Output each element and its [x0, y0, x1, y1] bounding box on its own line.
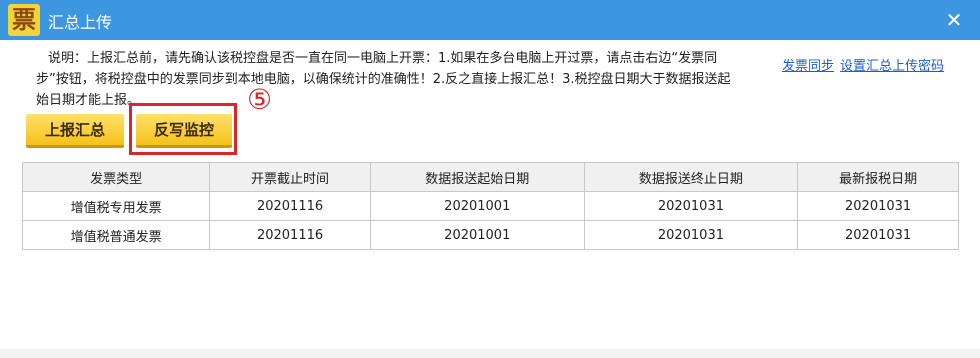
- table-cell: 增值税普通发票: [21, 220, 211, 250]
- table-cell: 20201001: [369, 220, 585, 250]
- table-row[interactable]: 增值税普通发票 20201116 20201001 20201031 20201…: [21, 220, 959, 250]
- notice-line: 说明：上报汇总前，请先确认该税控盘是否一直在同一电脑上开票：1.如果在多台电脑上…: [48, 51, 718, 66]
- column-header: 最新报税日期: [797, 162, 959, 192]
- column-header: 数据报送起始日期: [369, 162, 585, 192]
- notice-text: 说明：上报汇总前，请先确认该税控盘是否一直在同一电脑上开票：1.如果在多台电脑上…: [36, 48, 776, 111]
- summary-table: 发票类型 开票截止时间 数据报送起始日期 数据报送终止日期 最新报税日期 增值税…: [21, 162, 959, 250]
- column-header: 发票类型: [21, 162, 211, 192]
- window-title: 汇总上传: [48, 13, 113, 32]
- table-cell: 20201001: [369, 191, 585, 221]
- table-cell: 增值税专用发票: [21, 191, 211, 221]
- link-group: 发票同步 设置汇总上传密码: [782, 55, 944, 74]
- table-cell: 20201116: [209, 220, 371, 250]
- table-cell: 20201031: [797, 191, 959, 221]
- column-header: 数据报送终止日期: [583, 162, 799, 192]
- set-upload-password-link[interactable]: 设置汇总上传密码: [840, 59, 944, 74]
- step-number-marker: ⑤: [247, 83, 273, 116]
- notice-line: 步”按钮，将税控盘中的发票同步到本地电脑，以确保统计的准确性！2.反之直接上报汇…: [36, 72, 731, 87]
- writeback-monitor-button[interactable]: 反写监控: [136, 114, 232, 148]
- table-cell: 20201031: [583, 220, 799, 250]
- report-summary-button[interactable]: 上报汇总: [26, 114, 124, 148]
- column-header: 开票截止时间: [209, 162, 371, 192]
- table-cell: 20201031: [797, 220, 959, 250]
- table-cell: 20201116: [209, 191, 371, 221]
- invoice-sync-link[interactable]: 发票同步: [782, 59, 834, 74]
- table-row[interactable]: 增值税专用发票 20201116 20201001 20201031 20201…: [21, 191, 959, 221]
- table-cell: 20201031: [583, 191, 799, 221]
- summary-upload-window: 票 汇总上传 ✕ 说明：上报汇总前，请先确认该税控盘是否一直在同一电脑上开票：1…: [0, 0, 980, 358]
- bottom-bar: [0, 349, 980, 358]
- close-icon[interactable]: ✕: [940, 6, 968, 34]
- invoice-app-icon: 票: [8, 4, 40, 36]
- title-bar[interactable]: 票 汇总上传 ✕: [0, 0, 980, 40]
- table-header-row: 发票类型 开票截止时间 数据报送起始日期 数据报送终止日期 最新报税日期: [21, 162, 959, 192]
